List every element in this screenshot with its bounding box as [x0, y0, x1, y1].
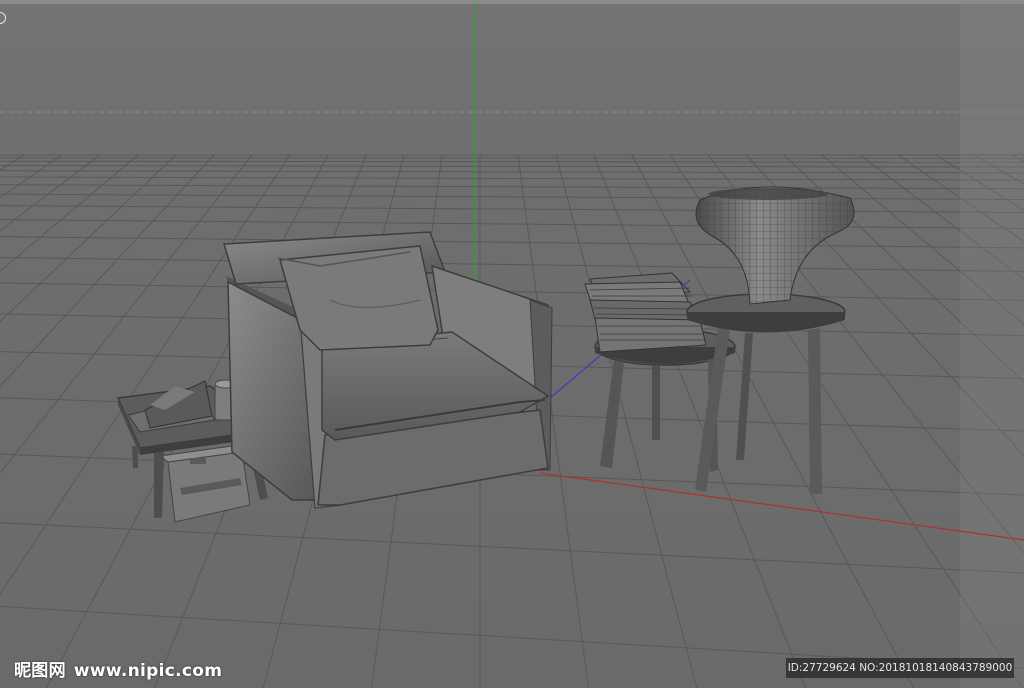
- watermark: 昵图网 www.nipic.com: [14, 656, 222, 681]
- safe-frame-overlay: [960, 0, 1024, 688]
- viewport-scene[interactable]: [0, 0, 1024, 688]
- image-id-label: ID:27729624 NO:20181018140843789000: [786, 658, 1014, 678]
- viewport-top-border: [0, 0, 1024, 4]
- 3d-viewport[interactable]: 昵图网 www.nipic.com ID:27729624 NO:20181018…: [0, 0, 1024, 688]
- watermark-url: www.nipic.com: [73, 661, 223, 681]
- watermark-brand: 昵图网: [14, 661, 66, 681]
